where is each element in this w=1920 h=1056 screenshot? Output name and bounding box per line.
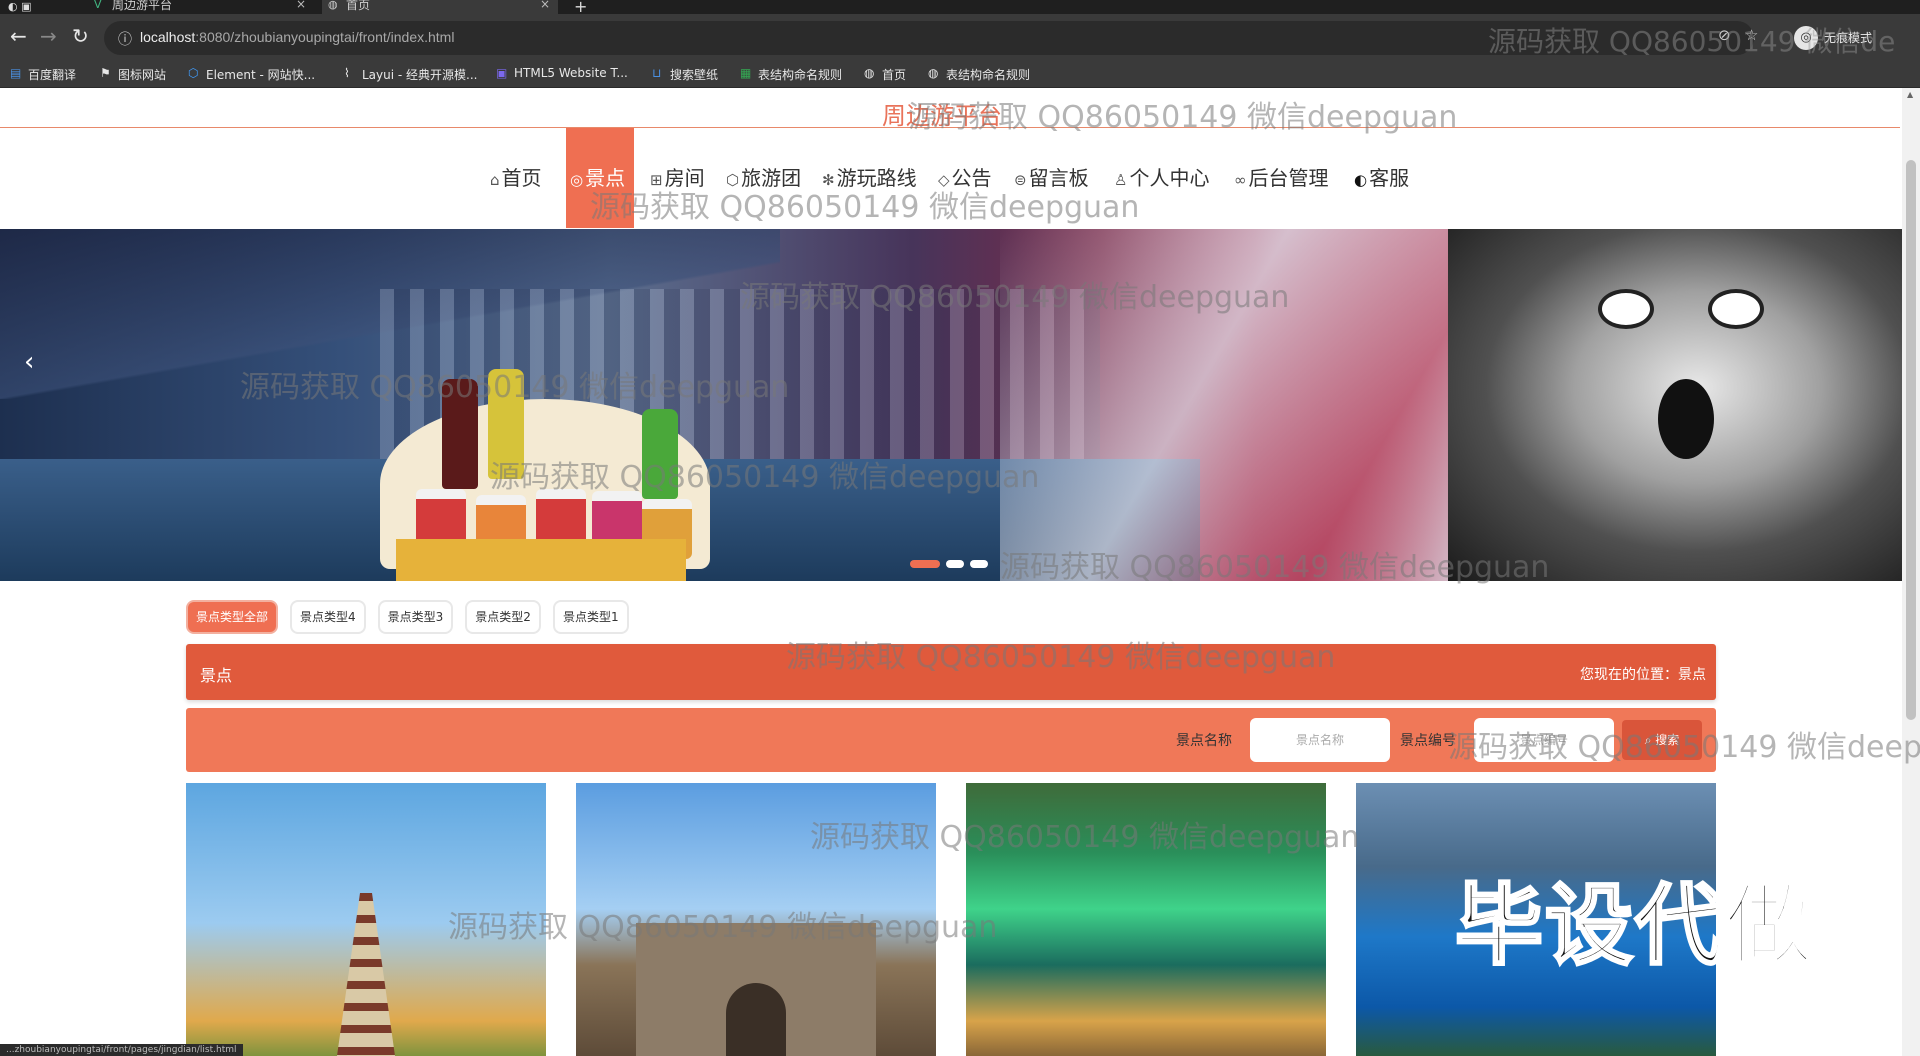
- window-menu-icon[interactable]: ◐ ▣: [8, 0, 32, 13]
- carousel-prev-icon[interactable]: ‹: [24, 347, 34, 377]
- info-icon[interactable]: ⓘ: [118, 29, 132, 49]
- bookmark-label: 首页: [882, 68, 907, 82]
- gift-box: [396, 539, 686, 581]
- nav-item-label: 个人中心: [1129, 166, 1210, 190]
- bookmark-label: 百度翻译: [28, 68, 77, 82]
- close-icon[interactable]: ×: [540, 0, 550, 10]
- watermark: 源码获取 QQ86050149 微信deepguan: [448, 910, 998, 945]
- globe-icon: ◍: [928, 66, 939, 80]
- wallpaper-icon: ⊔: [652, 66, 662, 80]
- watermark: 源码获取 QQ86050149 微信deepguan: [786, 640, 1336, 675]
- gate-arch: [726, 983, 786, 1056]
- watermark: 源码获取 QQ86050149 微信deepg: [1448, 730, 1920, 765]
- bookmark-item[interactable]: ⊔ 搜索壁纸: [652, 66, 718, 83]
- scenic-icon: ◎: [570, 171, 584, 189]
- browser-tab-2[interactable]: ◍ 首页 ×: [322, 0, 558, 14]
- promo-overlay-text: 毕设代做: [1453, 873, 1816, 979]
- name-label: 景点名称: [1176, 733, 1232, 749]
- globe-icon: ◍: [328, 0, 338, 11]
- url-path: :8080/zhoubianyoupingtai/front/index.htm…: [195, 29, 455, 45]
- status-bar-url: ...zhoubianyoupingtai/front/pages/jingdi…: [0, 1044, 243, 1056]
- bookmark-item[interactable]: ◍ 首页: [864, 66, 906, 83]
- table-icon: ▦: [740, 66, 752, 80]
- breadcrumb: 您现在的位置：景点: [1580, 667, 1706, 683]
- translate-icon: ▤: [10, 66, 22, 80]
- statue-mouth: [1658, 379, 1714, 459]
- statue-image: [1448, 229, 1902, 581]
- bookmark-item[interactable]: ⌇ Layui - 经典开源模...: [344, 66, 477, 83]
- url-host: localhost: [140, 29, 196, 45]
- carousel-dots: [910, 553, 994, 572]
- vue-icon: V: [94, 0, 102, 11]
- watermark: 源码获取 QQ86050149 微信deepguan: [490, 460, 1040, 495]
- close-icon[interactable]: ×: [296, 0, 306, 10]
- statue-eye: [1598, 289, 1654, 329]
- nav-item-customer-service[interactable]: ◐ 客服: [1354, 128, 1409, 228]
- browser-tab-2-label: 首页: [346, 0, 371, 12]
- watermark: 源码获取 QQ86050149 微信deepguan: [590, 190, 1140, 225]
- bookmark-label: Element - 网站快...: [206, 68, 316, 82]
- nav-item-admin[interactable]: ∞ 后台管理: [1234, 128, 1329, 228]
- bookmark-item[interactable]: ⚑ 图标网站: [100, 66, 166, 83]
- flag-icon: ⚑: [100, 66, 111, 80]
- bookmark-label: 图标网站: [118, 68, 167, 82]
- bookmark-item[interactable]: ▦ 表结构命名规则: [740, 66, 842, 83]
- html5-icon: ▣: [496, 66, 508, 80]
- carousel-dot[interactable]: [970, 560, 988, 568]
- bookmark-label: 表结构命名规则: [946, 68, 1031, 82]
- page-scrollbar[interactable]: ▲: [1902, 88, 1920, 1056]
- globe-icon: ◍: [864, 66, 875, 80]
- scroll-up-icon[interactable]: ▲: [1907, 90, 1913, 99]
- bookmark-item[interactable]: ▣ HTML5 Website T...: [496, 66, 628, 80]
- filter-chip-all[interactable]: 景点类型全部: [186, 600, 279, 634]
- pagoda-autumn-photo: [336, 893, 396, 1056]
- forward-icon[interactable]: →: [40, 24, 57, 48]
- element-icon: ⬡: [188, 66, 199, 80]
- home-icon: ⌂: [490, 171, 500, 189]
- nav-item-label: 客服: [1369, 166, 1410, 190]
- section-title: 景点: [200, 666, 233, 685]
- url-text: localhost:8080/zhoubianyoupingtai/front/…: [140, 29, 454, 45]
- nav-item-label: 后台管理: [1248, 166, 1329, 190]
- bookmark-label: 搜索壁纸: [670, 68, 719, 82]
- bookmark-label: HTML5 Website T...: [514, 66, 628, 80]
- address-bar-area: ← → ↻ ⓘ localhost:8080/zhoubianyoupingta…: [0, 14, 1920, 62]
- carousel-dot[interactable]: [946, 560, 964, 568]
- nav-item-label: 首页: [501, 166, 542, 190]
- watermark: 源码获取 QQ86050149 微信deepguan: [810, 820, 1360, 855]
- scenic-name-input[interactable]: [1250, 718, 1390, 762]
- watermark: 源码获取 QQ86050149 微信de: [1488, 25, 1896, 58]
- category-filter: 景点类型全部 景点类型4 景点类型3 景点类型2 景点类型1: [186, 600, 641, 634]
- nav-item-home[interactable]: ⌂ 首页: [490, 128, 542, 228]
- browser-tab-1[interactable]: V 周边游平台 ×: [88, 0, 314, 14]
- watermark: 源码获取 QQ86050149 微信deepguan: [240, 370, 790, 405]
- bookmark-item[interactable]: ⬡ Element - 网站快...: [188, 66, 315, 83]
- scroll-thumb[interactable]: [1906, 160, 1916, 720]
- filter-chip-type4[interactable]: 景点类型4: [290, 600, 366, 634]
- reload-icon[interactable]: ↻: [72, 24, 89, 48]
- watermark: 源码获取 QQ86050149 微信deepguan: [1000, 550, 1550, 585]
- back-icon[interactable]: ←: [10, 24, 27, 48]
- browser-tab-1-label: 周边游平台: [112, 0, 173, 12]
- filter-chip-type3[interactable]: 景点类型3: [377, 600, 454, 634]
- watermark: 源码获取 QQ86050149 微信deepguan: [908, 100, 1458, 135]
- carousel-dot[interactable]: [910, 560, 940, 568]
- layui-icon: ⌇: [344, 66, 350, 80]
- filter-chip-type1[interactable]: 景点类型1: [552, 600, 629, 634]
- link-icon: ∞: [1234, 171, 1247, 189]
- bookmark-item[interactable]: ◍ 表结构命名规则: [928, 66, 1030, 83]
- bookmarks-bar: ▤ 百度翻译 ⚑ 图标网站 ⬡ Element - 网站快... ⌇ Layui - 经…: [0, 62, 1920, 88]
- bookmark-label: Layui - 经典开源模...: [362, 68, 478, 82]
- bookmark-label: 表结构命名规则: [758, 68, 843, 82]
- service-icon: ◐: [1354, 171, 1368, 189]
- statue-eye: [1708, 289, 1764, 329]
- filter-chip-type2[interactable]: 景点类型2: [465, 600, 541, 634]
- watermark: 源码获取 QQ86050149 微信deepguan: [740, 280, 1290, 315]
- browser-tab-bar: ◐ ▣ V 周边游平台 × ◍ 首页 × +: [0, 0, 1920, 16]
- bookmark-item[interactable]: ▤ 百度翻译: [10, 66, 76, 83]
